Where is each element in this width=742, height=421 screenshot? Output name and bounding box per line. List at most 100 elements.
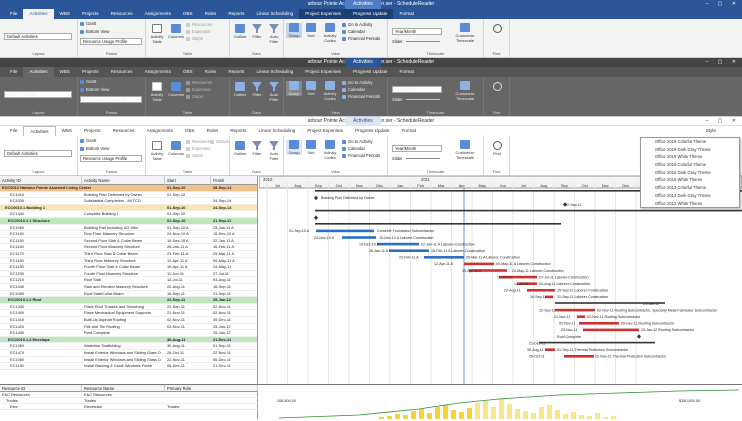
activity-table-button[interactable]: Activity Table (148, 24, 166, 44)
steps-toggle[interactable]: Steps (186, 36, 203, 41)
customize-timescale-button[interactable]: Customize Timescale (450, 81, 480, 101)
table-row[interactable]: EC1130 Install Backing & Caulk Windows Fi… (0, 363, 257, 370)
menu-progress[interactable]: Progress Update (346, 9, 394, 19)
menu-expenses[interactable]: Project Expenses (299, 67, 347, 77)
table-row[interactable]: EC1400 Place Mechanical Equipment Support… (0, 310, 257, 317)
menu-file[interactable]: File (4, 67, 23, 77)
customize-timescale-button[interactable]: Customize Timescale (450, 23, 480, 43)
table-row[interactable]: EC1190 Fourth Floor Slab & Collar Beam 19-… (0, 264, 257, 271)
col-start[interactable]: Start (165, 176, 211, 185)
table-row[interactable]: EC1010 Building Plan Delivered by Owner 01… (0, 191, 257, 199)
menu-reports[interactable]: Reports (222, 9, 250, 19)
resources-toggle[interactable]: Resources (186, 22, 212, 27)
timescale-dropdown[interactable]: Year/Month (392, 28, 442, 35)
resources-toggle[interactable]: Resources (186, 139, 212, 144)
calendar-link[interactable]: Calendar (342, 146, 365, 151)
layout-dropdown[interactable]: Default Activities (4, 91, 72, 98)
theme-item[interactable]: Office 2016 Colorful Theme (641, 161, 739, 169)
menu-obs[interactable]: OBS (177, 9, 199, 19)
outline-button[interactable]: Outline (232, 141, 248, 156)
wbs-row[interactable]: ECC0010.1.1 Structure 01-Sep-10 21-Sep-11 (0, 218, 257, 225)
menu-resources[interactable]: Resources (105, 67, 139, 77)
menu-activities[interactable]: Activities (23, 9, 54, 19)
col-primary-role[interactable]: Primary Role (165, 385, 258, 392)
table-row[interactable]: EC1170 Third Floor Slab & Collar Beam 23-F… (0, 251, 257, 258)
pane-bottom-view[interactable]: Bottom View (80, 87, 109, 92)
layout-dropdown[interactable]: Default Activities (4, 33, 72, 40)
auto-filter-button[interactable]: Auto Filter (266, 141, 282, 161)
theme-item[interactable]: Office 2019 White Theme (641, 153, 739, 161)
menu-roles[interactable]: Roles (201, 126, 225, 136)
steps-toggle[interactable]: Steps (186, 94, 203, 99)
columns-button[interactable]: Columns (168, 141, 184, 156)
menu-activities[interactable]: Activities (23, 125, 56, 137)
window-controls[interactable]: – ▢ ✕ (706, 58, 740, 67)
wbs-row[interactable]: ECC0010.1.3 Envelope 30-Aug-11 21-Dec-11 (0, 336, 257, 344)
find-button[interactable] (488, 82, 506, 92)
calendar-link[interactable]: Calendar (342, 87, 365, 92)
find-button[interactable] (488, 24, 506, 34)
menu-wbs[interactable]: WBS (54, 67, 76, 77)
menu-expenses[interactable]: Project Expenses (299, 9, 347, 19)
context-tab[interactable]: Activities (345, 117, 381, 126)
menu-obs[interactable]: OBS (179, 126, 201, 136)
menu-reports[interactable]: Reports (222, 67, 250, 77)
theme-item[interactable]: Office 2013 White Theme (641, 200, 739, 208)
steps-toggle[interactable]: Steps (186, 153, 203, 158)
columns-button[interactable]: Columns (168, 82, 184, 97)
timescale-slider[interactable] (406, 41, 440, 42)
col-resource-id[interactable]: Resource ID (0, 385, 82, 392)
customize-timescale-button[interactable]: Customize Timescale (450, 140, 480, 160)
go-to-activity-link[interactable]: Go to Activity (342, 22, 372, 27)
resources-toggle[interactable]: Resources (186, 80, 212, 85)
table-row[interactable]: EC1150 Second Floor Slab & Collar Beam 19-… (0, 237, 257, 245)
table-row[interactable]: EC1410 Built-Up Asphalt Roofing 02-Nov-11 0… (0, 317, 257, 324)
table-row[interactable]: Elec Electrician Trades (0, 404, 258, 410)
financial-periods-link[interactable]: Financial Periods (342, 94, 380, 99)
table-row[interactable]: EC1360 Waterline Scaffolding 30-Aug-11 01-S… (0, 343, 257, 350)
menu-resources[interactable]: Resources (107, 126, 141, 136)
pane-gantt[interactable]: Gantt (80, 79, 96, 84)
activity-codes-button[interactable]: Activity Codes (320, 81, 340, 101)
window-controls[interactable]: – ▢ ✕ (706, 117, 740, 126)
menu-resources[interactable]: Resources (105, 9, 139, 19)
menu-linear[interactable]: Linear Scheduling (252, 126, 301, 136)
menu-progress[interactable]: Progress Update (349, 126, 395, 136)
menu-wbs[interactable]: WBS (56, 126, 78, 136)
timescale-slider[interactable] (406, 158, 440, 159)
col-activity-name[interactable]: Activity Name (82, 176, 165, 185)
table-row[interactable]: EC1430 Roof Complete 25-Jan-12 (0, 330, 257, 337)
theme-item[interactable]: Office 2019 Dark Gray Theme (641, 146, 739, 154)
layout-dropdown[interactable]: Default Activities (4, 150, 72, 157)
table-row[interactable]: EC1160 Second Floor Masonry Structure 26-J… (0, 244, 257, 251)
wbs-row[interactable]: ECC0010.1.2 Roof 22-Sep-11 25-Jan-12 (0, 297, 257, 304)
pane-bottom-view[interactable]: Bottom View (80, 29, 109, 34)
activity-codes-button[interactable]: Activity Codes (320, 140, 340, 160)
table-row[interactable]: EC1470 Install Exterior Windows and Slidi… (0, 350, 257, 357)
sort-button[interactable]: Sort (304, 140, 318, 155)
menu-file[interactable]: File (4, 9, 23, 19)
group-button[interactable]: Group (286, 81, 302, 96)
menu-file[interactable]: File (4, 126, 23, 136)
filter-button[interactable]: Filter (250, 82, 264, 97)
menu-obs[interactable]: OBS (177, 67, 199, 77)
timescale-dropdown[interactable]: Year/Month (392, 86, 442, 93)
filter-button[interactable]: Filter (250, 24, 264, 39)
financial-periods-link[interactable]: Financial Periods (342, 36, 380, 41)
col-activity-id[interactable]: Activity ID (0, 176, 82, 185)
pane-dropdown[interactable]: Resource Usage Profile (80, 38, 142, 45)
menu-projects[interactable]: Projects (76, 9, 105, 19)
table-row[interactable]: EC1180 Third Floor Masonry Structure 12-Ap… (0, 257, 257, 265)
menu-expenses[interactable]: Project Expenses (301, 126, 349, 136)
menu-activities[interactable]: Activities (23, 67, 54, 77)
timescale-dropdown[interactable]: Year/Month (392, 145, 442, 152)
theme-item[interactable]: Office 2016 White Theme (641, 176, 739, 184)
menu-reports[interactable]: Reports (224, 126, 252, 136)
go-to-activity-link[interactable]: Go to Activity (342, 139, 372, 144)
pane-dropdown[interactable]: Resource Usage Profile (80, 96, 142, 103)
menu-format[interactable]: Format (393, 9, 420, 19)
table-row[interactable]: EC1210 Roof Slab 12-Jul-11 04-Aug-11 (0, 277, 257, 284)
menu-assignments[interactable]: Assignments (141, 126, 179, 136)
expenses-toggle[interactable]: Expenses (186, 146, 210, 151)
col-finish[interactable]: Finish (211, 176, 257, 185)
